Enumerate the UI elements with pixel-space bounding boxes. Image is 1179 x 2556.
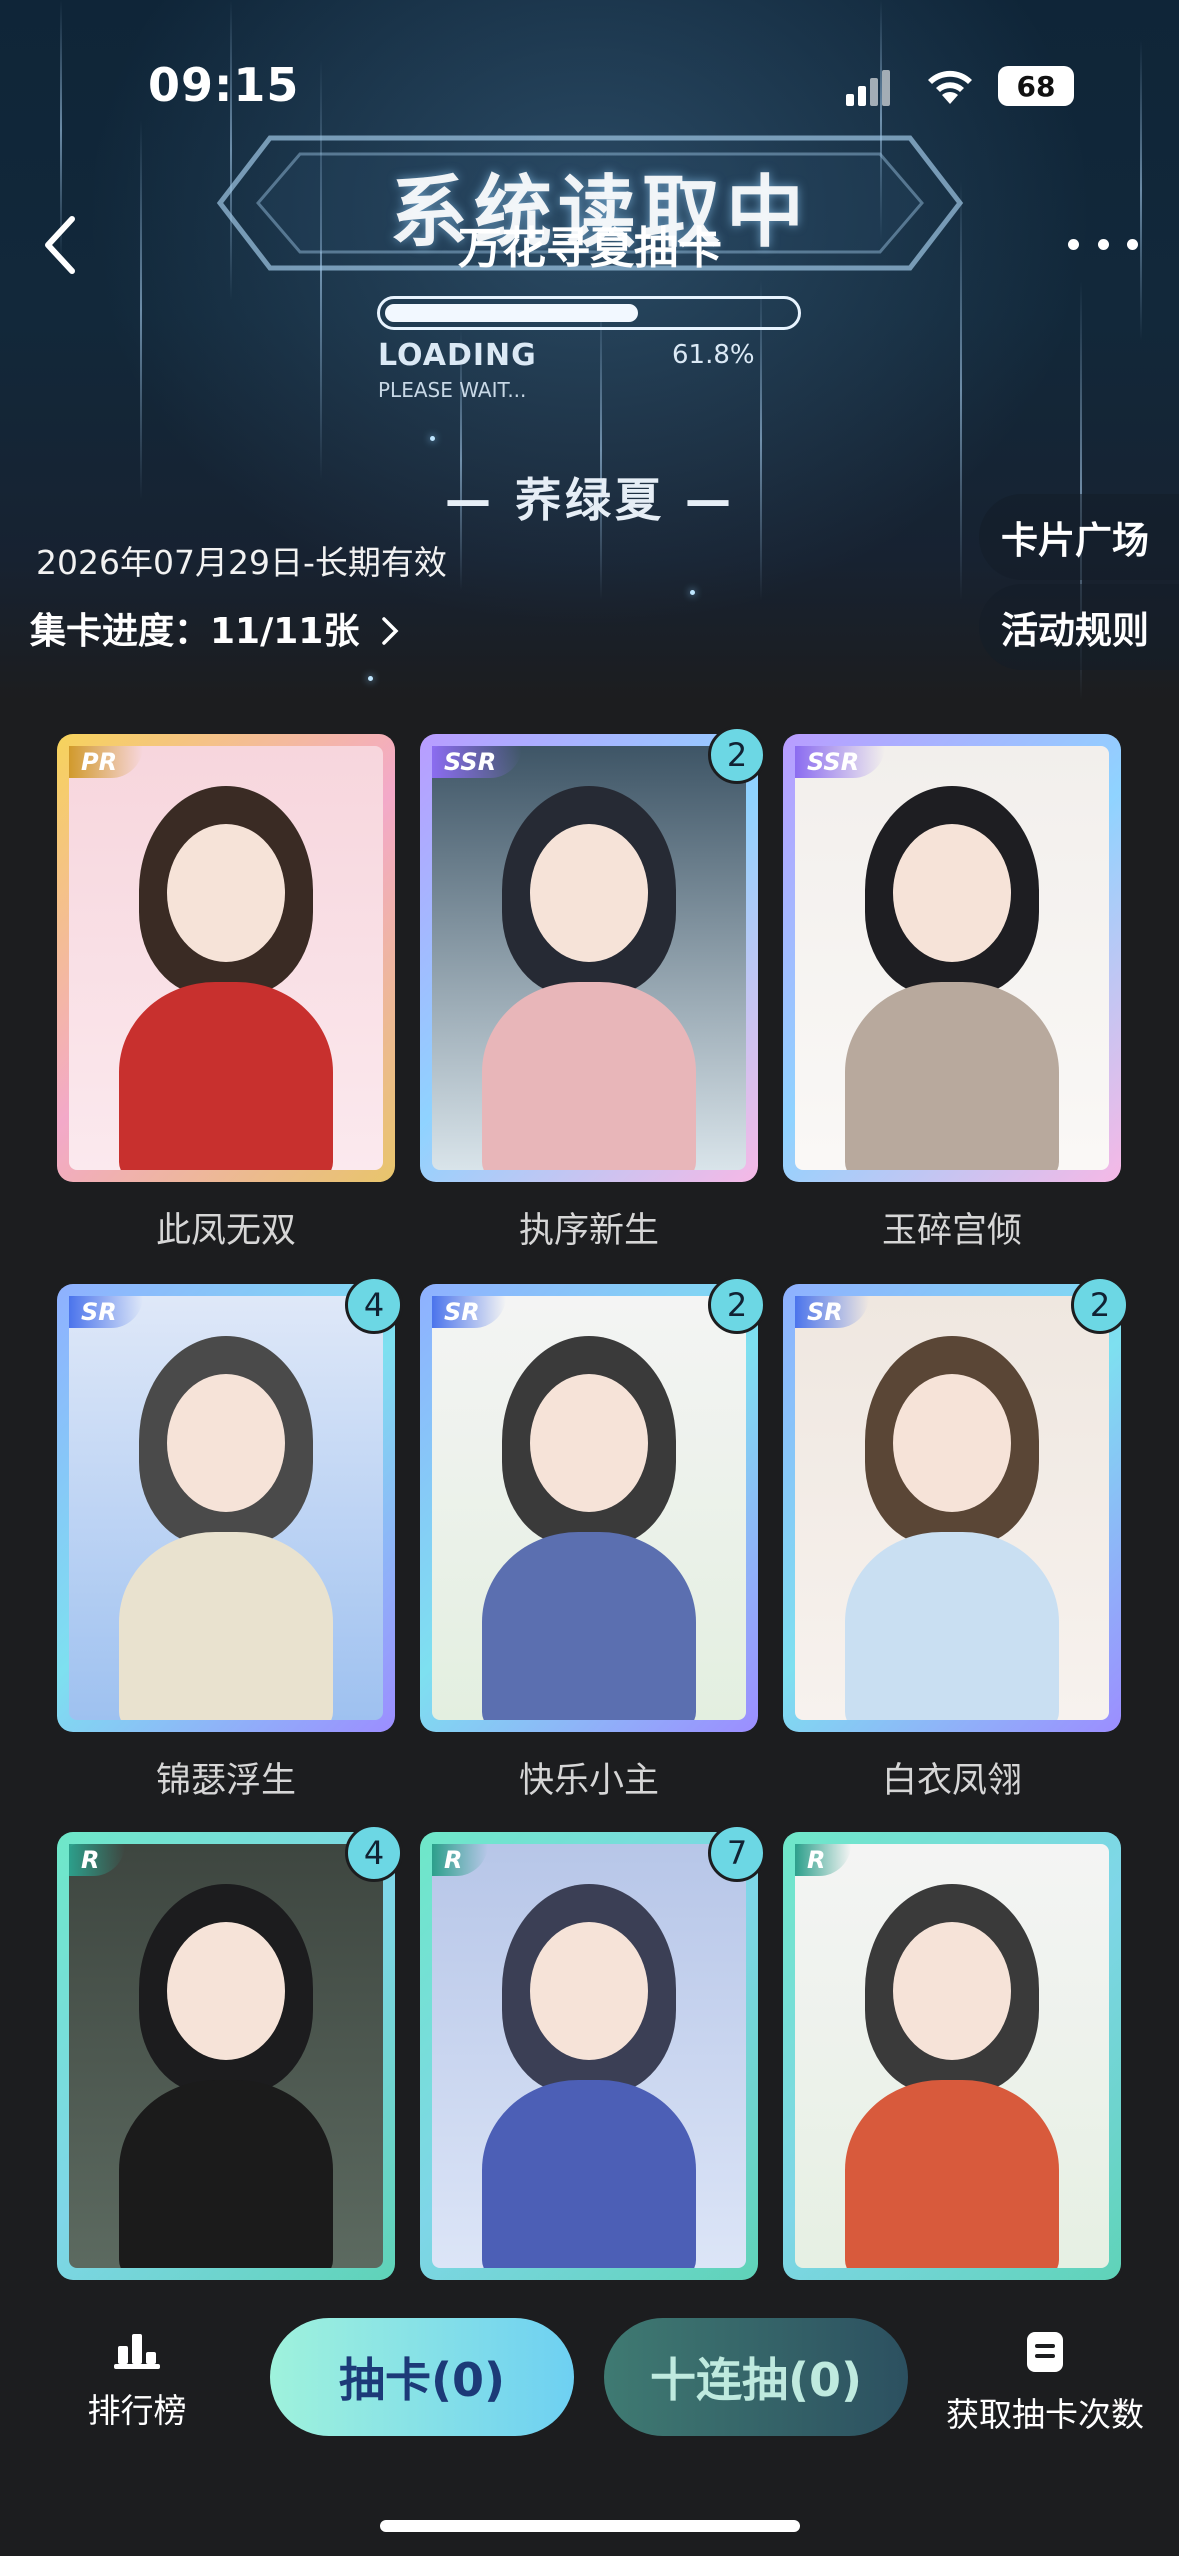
loading-wait: PLEASE WAIT... (378, 378, 527, 402)
validity-date: 2026年07月29日-长期有效 (36, 543, 447, 582)
leaderboard-label: 排行榜 (87, 2391, 187, 2430)
status-time: 09:15 (148, 58, 300, 112)
card-item[interactable]: R (783, 1832, 1121, 2280)
loading-percent: 61.8% (672, 340, 755, 370)
activity-rules-button[interactable]: 活动规则 (979, 584, 1179, 670)
card-artwork (795, 1844, 1109, 2268)
card-item[interactable]: SR 2 (420, 1276, 766, 1732)
card-count-badge: 4 (345, 1824, 403, 1882)
chevron-left-icon (45, 216, 75, 274)
card-count-badge: 2 (708, 1276, 766, 1334)
leaderboard-tab[interactable]: 排行榜 (72, 2330, 202, 2432)
cellular-signal-icon (846, 70, 894, 106)
card-item[interactable]: R4 (57, 1824, 403, 2280)
rain-line (1140, 40, 1142, 340)
chevron-right-icon (382, 617, 399, 645)
card-item[interactable]: R7 (420, 1824, 766, 2280)
card-item[interactable]: PR (57, 734, 395, 1182)
card-item[interactable]: SSR 2 (420, 726, 766, 1182)
card-name: 白衣凤翎 (881, 1761, 1022, 1801)
card-name: 玉碎宫倾 (881, 1211, 1022, 1251)
card-item[interactable]: SR 2 (783, 1276, 1129, 1732)
card-count-badge: 7 (708, 1824, 766, 1882)
leaderboard-icon (114, 2334, 160, 2369)
more-button[interactable] (1068, 224, 1138, 264)
back-button[interactable] (30, 210, 90, 280)
rain-line (140, 120, 142, 500)
card-artwork (795, 1296, 1109, 1720)
card-square-button[interactable]: 卡片广场 (979, 494, 1179, 580)
card-artwork (69, 1296, 383, 1720)
loading-label: LOADING (378, 338, 537, 373)
card-count-badge: 4 (345, 1276, 403, 1334)
loading-bar-fill (385, 304, 638, 322)
page-title: 万花寻夏抽卡 (458, 223, 722, 274)
card-artwork (432, 1296, 746, 1720)
ticket-icon (1027, 2332, 1063, 2372)
card-artwork (69, 1844, 383, 2268)
card-name: 此凤无双 (155, 1211, 296, 1251)
event-subtitle: — 荞绿夏 — (444, 473, 736, 527)
collection-progress-label: 集卡进度：11/11张 (30, 611, 360, 652)
card-artwork (432, 746, 746, 1170)
card-count-badge: 2 (708, 726, 766, 784)
card-item[interactable]: SR 4 (57, 1276, 403, 1732)
get-draws-label: 获取抽卡次数 (946, 2395, 1144, 2434)
card-artwork (69, 746, 383, 1170)
card-item[interactable]: SSR (783, 734, 1121, 1182)
card-artwork (432, 1844, 746, 2268)
spark (430, 436, 435, 441)
card-artwork (795, 746, 1109, 1170)
get-draws-tab[interactable]: 获取抽卡次数 (940, 2330, 1150, 2436)
draw-button[interactable]: 抽卡(0) (270, 2318, 574, 2436)
battery-icon: 68 (998, 66, 1074, 106)
wifi-icon (928, 70, 972, 104)
card-name: 执序新生 (518, 1211, 659, 1251)
card-name: 锦瑟浮生 (155, 1761, 296, 1801)
spark (690, 590, 695, 595)
loading-bar (377, 296, 801, 330)
collection-progress-link[interactable]: 集卡进度：11/11张 (30, 602, 400, 654)
rain-line (600, 300, 602, 600)
home-indicator (380, 2520, 800, 2532)
card-name: 快乐小主 (518, 1761, 659, 1801)
spark (368, 676, 373, 681)
ten-draw-button[interactable]: 十连抽(0) (604, 2318, 908, 2436)
card-count-badge: 2 (1071, 1276, 1129, 1334)
